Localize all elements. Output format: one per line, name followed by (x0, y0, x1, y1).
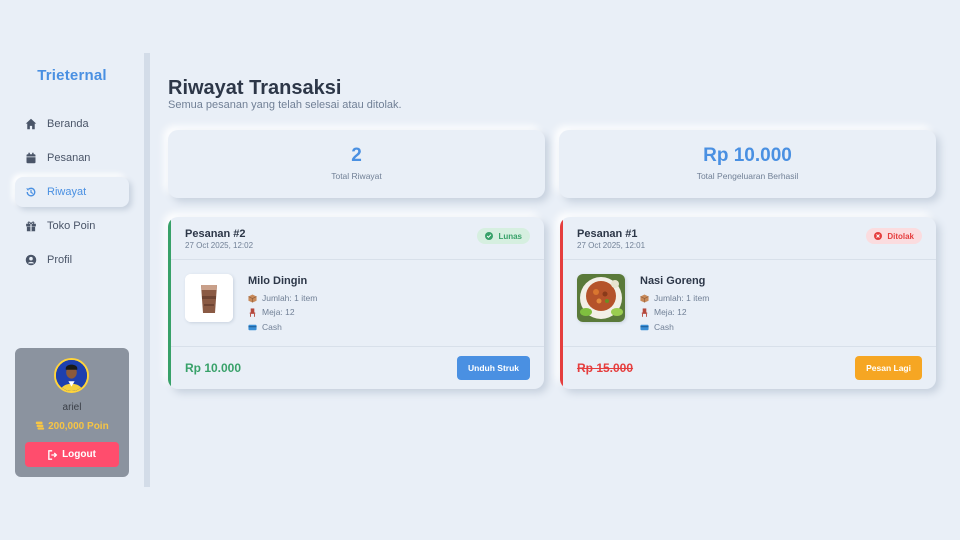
sidebar-nav: Beranda Pesanan Riwayat Toko Poin Profil (15, 109, 129, 279)
order-date: 27 Oct 2025, 12:02 (185, 241, 254, 250)
sidebar-item-profil[interactable]: Profil (15, 245, 129, 275)
status-text: Lunas (498, 231, 522, 241)
card-icon (248, 324, 257, 330)
divider (563, 259, 936, 260)
history-icon (24, 185, 38, 199)
order-title: Pesanan #2 (185, 228, 246, 240)
divider (171, 259, 544, 260)
sidebar-item-toko-poin[interactable]: Toko Poin (15, 211, 129, 241)
points-value: 200,000 Poin (48, 421, 109, 432)
sidebar-item-label: Toko Poin (47, 220, 96, 232)
stat-card-total-pengeluaran: Rp 10.000 Total Pengeluaran Berhasil (559, 130, 936, 198)
item-table: Meja: 12 (248, 307, 295, 317)
order-price: Rp 15.000 (577, 361, 634, 375)
card-icon (640, 324, 649, 330)
chair-icon (249, 307, 256, 317)
status-text: Ditolak (887, 231, 914, 241)
order-date: 27 Oct 2025, 12:01 (577, 241, 646, 250)
home-icon (24, 117, 38, 131)
item-quantity-text: Jumlah: 1 item (654, 293, 710, 303)
sidebar-item-label: Beranda (47, 118, 89, 130)
profile-points: 200,000 Poin (15, 420, 129, 433)
profile-username: ariel (62, 402, 82, 413)
profile-card: ariel 200,000 Poin Logout (15, 348, 129, 477)
item-payment-text: Cash (262, 322, 282, 332)
x-circle-icon (874, 232, 883, 240)
order-status-accent (560, 217, 563, 389)
order-again-button[interactable]: Pesan Lagi (855, 356, 922, 380)
item-payment: Cash (640, 322, 674, 332)
logout-label: Logout (62, 449, 96, 460)
user-circle-icon (24, 253, 38, 267)
logout-icon (48, 449, 58, 460)
avatar (54, 358, 89, 393)
item-name: Milo Dingin (248, 275, 308, 287)
sidebar-item-pesanan[interactable]: Pesanan (15, 143, 129, 173)
product-image-milo (185, 274, 233, 322)
item-quantity-text: Jumlah: 1 item (262, 293, 318, 303)
product-image-nasi-goreng (577, 274, 625, 322)
status-badge: Ditolak (866, 228, 922, 244)
item-table: Meja: 12 (640, 307, 687, 317)
gift-icon (24, 219, 38, 233)
sidebar-item-label: Riwayat (47, 186, 87, 198)
divider (563, 346, 936, 347)
stat-card-total-riwayat: 2 Total Riwayat (168, 130, 545, 198)
logout-button[interactable]: Logout (25, 442, 119, 467)
page-subtitle: Semua pesanan yang telah selesai atau di… (168, 99, 402, 111)
item-table-text: Meja: 12 (654, 307, 687, 317)
order-card: Pesanan #1 27 Oct 2025, 12:01 Ditolak Na… (560, 217, 936, 389)
item-payment: Cash (248, 322, 282, 332)
item-table-text: Meja: 12 (262, 307, 295, 317)
order-price: Rp 10.000 (185, 361, 242, 375)
stat-label: Total Pengeluaran Berhasil (696, 171, 799, 181)
status-badge: Lunas (477, 228, 530, 244)
sidebar-item-label: Profil (47, 254, 73, 266)
stat-value: Rp 10.000 (703, 145, 792, 166)
box-icon (640, 293, 649, 303)
order-status-accent (168, 217, 171, 389)
sidebar-item-label: Pesanan (47, 152, 91, 164)
stat-label: Total Riwayat (331, 171, 382, 181)
brand-logo[interactable]: Trieternal (0, 67, 144, 84)
check-circle-icon (485, 232, 494, 240)
item-payment-text: Cash (654, 322, 674, 332)
calendar-icon (24, 151, 38, 165)
box-icon (248, 293, 257, 303)
stat-value: 2 (351, 145, 362, 166)
order-card: Pesanan #2 27 Oct 2025, 12:02 Lunas Milo… (168, 217, 544, 389)
sidebar-item-riwayat[interactable]: Riwayat (15, 177, 129, 207)
item-quantity: Jumlah: 1 item (640, 293, 709, 303)
divider (171, 346, 544, 347)
page-title: Riwayat Transaksi (168, 77, 342, 99)
chair-icon (641, 307, 648, 317)
download-receipt-button[interactable]: Unduh Struk (457, 356, 530, 380)
order-title: Pesanan #1 (577, 228, 638, 240)
coins-icon (35, 420, 45, 433)
sidebar-item-beranda[interactable]: Beranda (15, 109, 129, 139)
sidebar: Trieternal Beranda Pesanan Riwayat Toko … (0, 53, 150, 487)
item-name: Nasi Goreng (640, 275, 706, 287)
item-quantity: Jumlah: 1 item (248, 293, 317, 303)
